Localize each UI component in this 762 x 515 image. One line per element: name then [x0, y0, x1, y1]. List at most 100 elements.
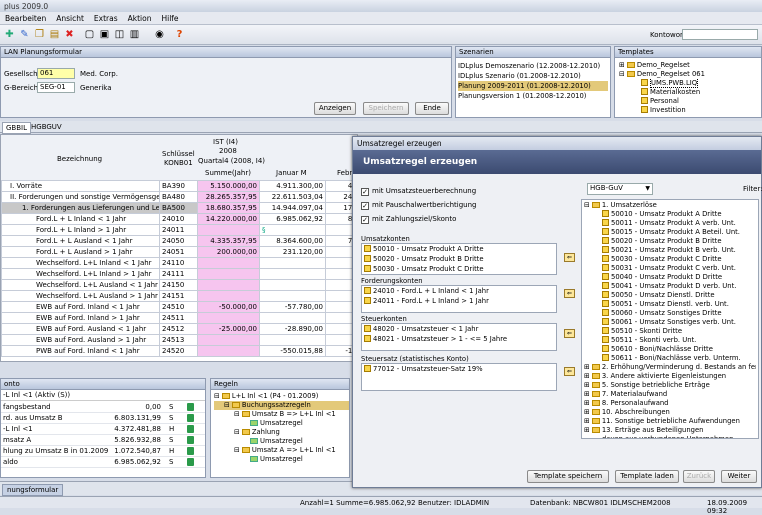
konto-row[interactable]: fangsbestand 0,00 S [1, 402, 205, 413]
table-row[interactable]: Ford.L + L Inland > 1 Jahr 24011 § [1, 224, 357, 236]
table-row[interactable]: Ford.L + L Inland < 1 Jahr 24010 14.220.00… [1, 213, 357, 225]
row-summe[interactable] [197, 224, 260, 236]
table-row[interactable]: Ford.L + L Ausland < 1 Jahr 24050 4.335.35… [1, 235, 357, 247]
table-row[interactable]: I. VorräteBA3905.150.000,004.911.300,004… [1, 180, 357, 192]
konto-row-icon[interactable] [187, 447, 194, 455]
table-row[interactable]: Wechselford. L+L Inland > 1 Jahr 24111 [1, 268, 357, 280]
new-icon[interactable]: ✚ [3, 28, 16, 41]
row-januar[interactable]: 8.364.600,00 [259, 235, 326, 247]
konto-row-icon[interactable] [187, 414, 194, 422]
table-row[interactable]: EWB auf Ford. Ausland > 1 Jahr 24513 [1, 334, 357, 346]
row-januar[interactable]: 231.120,00 [259, 246, 326, 258]
tree-item[interactable]: ⊞ 2. Erhöhung/Verminderung d. Bestands a… [584, 363, 756, 372]
szenario-item[interactable]: IDLplus Szenario (01.2008-12.2010) [458, 71, 608, 81]
szenario-item[interactable]: IDLplus Demoszenario (12.2008-12.2010) [458, 61, 608, 71]
hgb-combo[interactable]: HGB-GuV ▼ [587, 183, 653, 195]
row-summe[interactable]: -50.000,00 [197, 301, 260, 313]
tree-item[interactable]: 50040 - Umsatz Produkt D Dritte [584, 273, 756, 282]
tree-item[interactable]: 50611 - Boni/Nachlässe verb. Unterm. [584, 354, 756, 363]
row-summe[interactable]: 18.680.357,95 [197, 202, 260, 214]
szenario-item[interactable]: Planungsversion 1 (01.2008-12.2010) [458, 91, 608, 101]
anzeigen-button[interactable]: Anzeigen [314, 102, 356, 115]
tree-item[interactable]: ⊞ 8. Personalaufwand [584, 399, 756, 408]
table-row[interactable]: Wechselford. L+L Ausland > 1 Jahr 24151 [1, 290, 357, 302]
tree-item[interactable]: ⊞ 7. Materialaufwand [584, 390, 756, 399]
row-summe[interactable]: 14.220.000,00 [197, 213, 260, 225]
template-item[interactable]: Materialkosten [619, 88, 759, 97]
tree-item[interactable]: 50020 - Umsatz Produkt B Dritte [584, 237, 756, 246]
row-januar[interactable]: 4.911.300,00 [259, 180, 326, 192]
tree-item[interactable]: ⊞ 5. Sonstige betriebliche Erträge [584, 381, 756, 390]
tree-item[interactable]: 50511 - Skonti verb. Unt. [584, 336, 756, 345]
konto-row[interactable]: hlung zu Umsatz B in 01.2009 1.072.540,87… [1, 446, 205, 457]
delete-icon[interactable]: ✖ [63, 28, 76, 41]
row-summe[interactable] [197, 312, 260, 324]
tree-item[interactable]: 50051 - Umsatz Dienstl. verb. Unt. [584, 300, 756, 309]
tree-item[interactable]: 50060 - Umsatz Sonstiges Dritte [584, 309, 756, 318]
row-summe[interactable] [197, 334, 260, 346]
tree-item[interactable]: 50030 - Umsatz Produkt C Dritte [584, 255, 756, 264]
template-item-selected[interactable]: UMS.PWB.LIQ [619, 79, 759, 88]
chk-pauschalwert[interactable]: ✓ mit Pauschalwertberichtigung [361, 201, 477, 210]
regel-item[interactable]: ⊟ Umsatz B => L+L Inl <1 [214, 410, 349, 419]
row-januar[interactable]: 14.944.097,04 [259, 202, 326, 214]
add-ford-button[interactable]: ⇐ [564, 289, 575, 298]
weiter-button[interactable]: Weiter [721, 470, 757, 483]
tree-item[interactable]: 50050 - Umsatz Dienstl. Dritte [584, 291, 756, 300]
regel-item[interactable]: ⊟ Zahlung [214, 428, 349, 437]
tree-item[interactable]: 50031 - Umsatz Produkt C verb. Unt. [584, 264, 756, 273]
konto-row[interactable]: -L Inl <1 4.372.481,88 H [1, 424, 205, 435]
tile-icon[interactable]: ▣ [98, 28, 111, 41]
konto-row-icon[interactable] [187, 403, 194, 411]
table-row[interactable]: EWB auf Ford. Ausland < 1 Jahr 24512 -25.0… [1, 323, 357, 335]
menu-bearbeiten[interactable]: Bearbeiten [0, 12, 51, 25]
row-summe[interactable] [197, 290, 260, 302]
row-januar[interactable]: -550.015,88 [259, 345, 326, 357]
tree-item[interactable]: 50011 - Umsatz Produkt A verb. Unt. [584, 219, 756, 228]
tree-item[interactable]: 50015 - Umsatz Produkt A Beteil. Unt. [584, 228, 756, 237]
regel-item[interactable]: Umsatzregel [214, 437, 349, 446]
table-row[interactable]: II. Forderungen und sonstige Vermögensge… [1, 191, 357, 203]
row-summe[interactable] [197, 257, 260, 269]
table-row[interactable]: PWB auf Ford. Inland < 1 Jahr 24520 -550.0… [1, 345, 357, 357]
chk-zahlungsziel[interactable]: ✓ mit Zahlungsziel/Skonto [361, 215, 456, 224]
row-januar[interactable]: § [259, 224, 326, 236]
row-januar[interactable]: 6.985.062,92 [259, 213, 326, 225]
row-januar[interactable]: -57.780,00 [259, 301, 326, 313]
tree-item[interactable]: 50021 - Umsatz Produkt B verb. Unt. [584, 246, 756, 255]
binoculars-icon[interactable]: ◉ [153, 28, 166, 41]
row-januar[interactable]: -28.890,00 [259, 323, 326, 335]
row-januar[interactable]: 22.611.503,04 [259, 191, 326, 203]
tree-item[interactable]: davon aus verbundenen Unternehmen [584, 435, 756, 438]
table-row[interactable]: Wechselford. L+L Ausland < 1 Jahr 24150 [1, 279, 357, 291]
tree-item[interactable]: 50061 - Umsatz Sonstiges verb. Unt. [584, 318, 756, 327]
steuersatz-list[interactable]: 77012 - Umsatzsteuer-Satz 19% [361, 363, 557, 391]
layout-icon[interactable]: ▥ [128, 28, 141, 41]
table-row[interactable]: EWB auf Ford. Inland > 1 Jahr 24511 [1, 312, 357, 324]
konto-row[interactable]: aldo 6.985.062,92 S [1, 457, 205, 468]
konto-row[interactable]: rd. aus Umsatz B 6.803.131,99 S [1, 413, 205, 424]
tree-item[interactable]: ⊞ 3. Andere aktivierte Eigenleistungen [584, 372, 756, 381]
steuerkonten-list[interactable]: 48020 - Umsatzsteuer < 1 Jahr 48021 - Um… [361, 323, 557, 351]
regel-item[interactable]: Umsatzregel [214, 419, 349, 428]
kontowort-input[interactable] [682, 29, 758, 40]
regel-item[interactable]: Umsatzregel [214, 455, 349, 464]
row-januar[interactable] [259, 268, 326, 280]
menu-hilfe[interactable]: Hilfe [156, 12, 183, 25]
zurueck-button[interactable]: Zurück [683, 470, 715, 483]
umsatzkonten-list[interactable]: 50010 - Umsatz Produkt A Dritte 50020 - … [361, 243, 557, 275]
row-summe[interactable]: 4.335.357,95 [197, 235, 260, 247]
gbereich-input[interactable]: SEG-01 [37, 82, 75, 93]
regel-item[interactable]: ⊟ L+L Inl <1 (P4 - 01.2009) [214, 392, 349, 401]
template-item[interactable]: ⊞ Demo_Regelset [619, 61, 759, 70]
konto-row-icon[interactable] [187, 425, 194, 433]
add-umsatz-button[interactable]: ⇐ [564, 253, 575, 262]
add-steuersatz-button[interactable]: ⇐ [564, 367, 575, 376]
tab-planungsformular[interactable]: nungsformular [2, 484, 64, 496]
template-item[interactable]: Personal [619, 97, 759, 106]
row-summe[interactable] [197, 268, 260, 280]
row-januar[interactable] [259, 257, 326, 269]
add-steuer-button[interactable]: ⇐ [564, 329, 575, 338]
template-item[interactable]: ⊟ Demo_Regelset 061 [619, 70, 759, 79]
tab-gbbil[interactable]: GBBIL [2, 122, 31, 134]
